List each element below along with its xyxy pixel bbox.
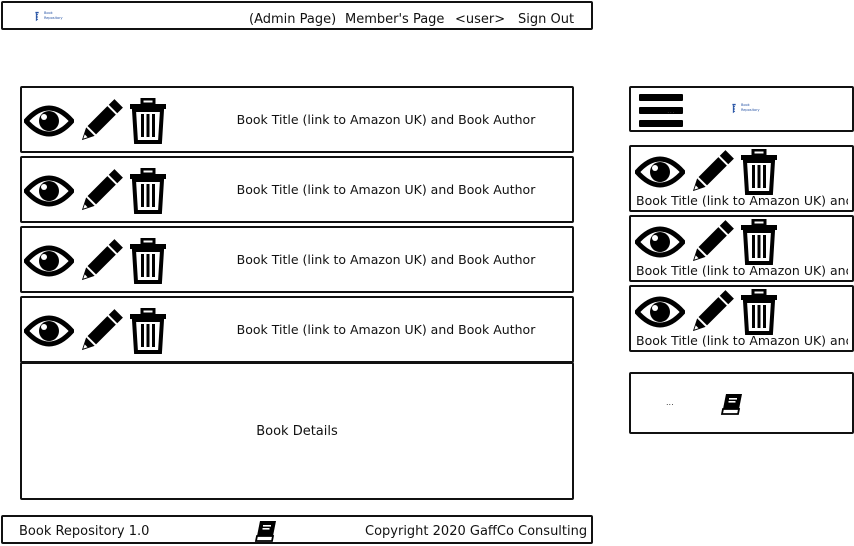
nav-admin-page[interactable]: (Admin Page) — [249, 12, 336, 27]
eye-icon[interactable] — [635, 222, 685, 262]
nav-sign-out[interactable]: Sign Out — [518, 12, 574, 27]
mobile-header-bar: ... Book Repository — [629, 86, 854, 132]
mobile-book-title-link[interactable]: Book Title (link to Amazon UK) and — [636, 333, 848, 348]
mobile-menu-ellipsis: ... — [667, 106, 675, 115]
eye-icon[interactable] — [635, 292, 685, 332]
book-row: Book Title (link to Amazon UK) and Book … — [20, 296, 574, 363]
trash-icon[interactable] — [739, 149, 779, 195]
book-icon — [720, 393, 744, 419]
pencil-icon[interactable] — [78, 238, 124, 284]
app-version: Book Repository 1.0 — [19, 524, 150, 539]
book-details-label: Book Details — [256, 423, 338, 439]
pencil-icon[interactable] — [78, 98, 124, 144]
eye-icon[interactable] — [24, 101, 74, 141]
mobile-book-row: Book Title (link to Amazon UK) and — [629, 215, 854, 282]
book-details-panel: Book Details — [20, 362, 574, 500]
trash-icon[interactable] — [739, 289, 779, 335]
pencil-icon[interactable] — [689, 219, 735, 265]
nav-user[interactable]: <user> — [455, 12, 505, 27]
app-logo[interactable]: Book Repository — [34, 6, 66, 28]
pencil-icon[interactable] — [78, 308, 124, 354]
mobile-footer-bar: ... — [629, 372, 854, 434]
pencil-icon[interactable] — [78, 168, 124, 214]
trash-icon[interactable] — [128, 98, 168, 144]
logo-text: Book Repository — [44, 11, 63, 20]
mobile-logo-text: Book Repository — [741, 103, 760, 112]
pencil-icon[interactable] — [689, 149, 735, 195]
mobile-book-row: Book Title (link to Amazon UK) and — [629, 285, 854, 352]
book-row: Book Title (link to Amazon UK) and Book … — [20, 156, 574, 223]
book-icon — [254, 520, 278, 546]
trash-icon[interactable] — [128, 238, 168, 284]
eye-icon[interactable] — [24, 171, 74, 211]
mobile-book-row: Book Title (link to Amazon UK) and — [629, 145, 854, 212]
pencil-icon[interactable] — [689, 289, 735, 335]
copyright: Copyright 2020 GaffCo Consulting — [365, 524, 588, 539]
mobile-footer-ellipsis: ... — [666, 398, 674, 407]
book-row: Book Title (link to Amazon UK) and Book … — [20, 226, 574, 293]
mobile-book-title-link[interactable]: Book Title (link to Amazon UK) and — [636, 263, 848, 278]
book-title-link[interactable]: Book Title (link to Amazon UK) and Book … — [237, 88, 536, 151]
eye-icon[interactable] — [635, 152, 685, 192]
hamburger-icon[interactable] — [639, 93, 683, 129]
nav-members-page[interactable]: Member's Page — [345, 12, 444, 27]
mobile-app-logo[interactable]: Book Repository — [731, 98, 761, 120]
header-bar: Book Repository (Admin Page) Member's Pa… — [1, 1, 593, 30]
mobile-book-title-link[interactable]: Book Title (link to Amazon UK) and — [636, 193, 848, 208]
trash-icon[interactable] — [739, 219, 779, 265]
eye-icon[interactable] — [24, 311, 74, 351]
trash-icon[interactable] — [128, 168, 168, 214]
eye-icon[interactable] — [24, 241, 74, 281]
book-row: Book Title (link to Amazon UK) and Book … — [20, 86, 574, 153]
trash-icon[interactable] — [128, 308, 168, 354]
footer-bar: Book Repository 1.0 Copyright 2020 GaffC… — [1, 515, 593, 544]
book-title-link[interactable]: Book Title (link to Amazon UK) and Book … — [237, 298, 536, 361]
book-title-link[interactable]: Book Title (link to Amazon UK) and Book … — [237, 158, 536, 221]
book-title-link[interactable]: Book Title (link to Amazon UK) and Book … — [237, 228, 536, 291]
